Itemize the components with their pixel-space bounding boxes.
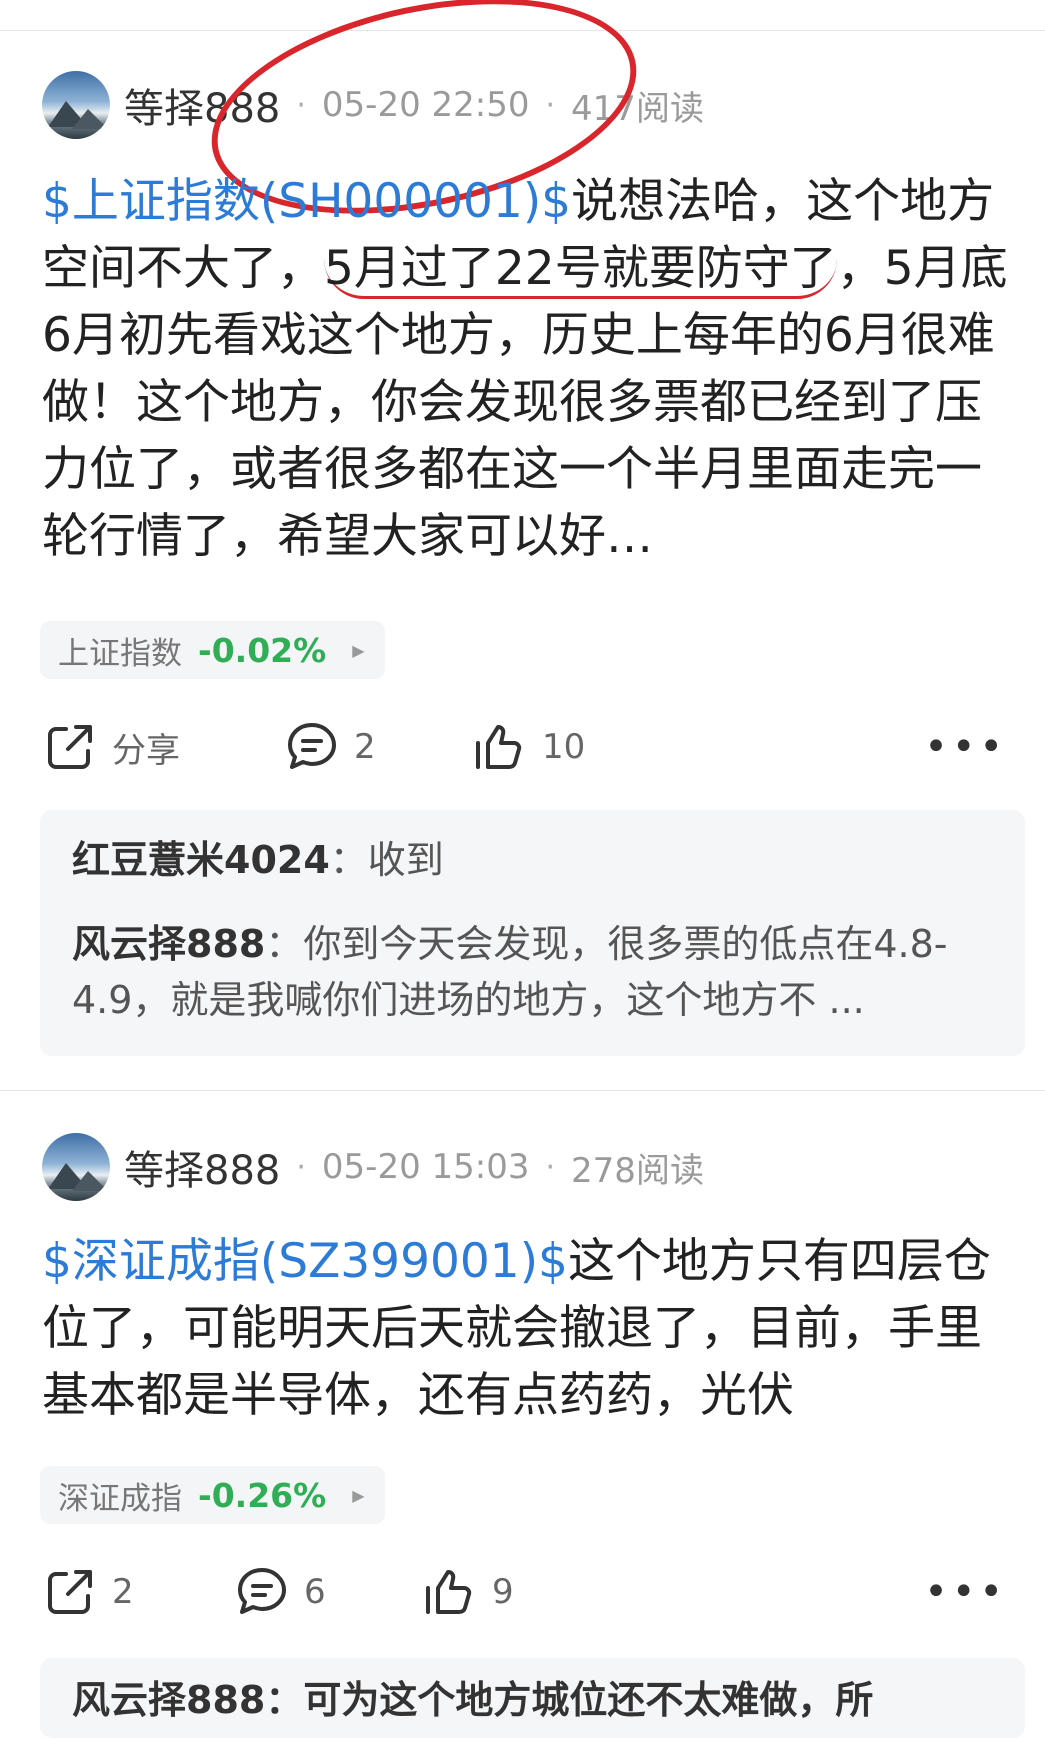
commenter-name[interactable]: 红豆薏米4024	[72, 838, 330, 882]
like-button[interactable]: 9	[422, 1560, 514, 1624]
comment-button[interactable]: 6	[234, 1560, 326, 1624]
chevron-right-icon: ▶	[352, 640, 365, 660]
comment-line: 风云择888：可为这个地方城位还不太难做，所	[72, 1678, 874, 1722]
post-1[interactable]: 等择888 · 05-20 22:50 · 417阅读 $上证指数(SH0000…	[0, 0, 1045, 1090]
stock-change: -0.26%	[198, 1475, 327, 1515]
read-count: 278阅读	[571, 1150, 704, 1191]
avatar[interactable]	[42, 1133, 110, 1201]
stock-change: -0.02%	[198, 630, 327, 670]
action-bar: 分享 2 10 •••	[42, 715, 1017, 779]
comment-line: 红豆薏米4024：收到	[72, 832, 992, 888]
like-count: 9	[492, 1572, 514, 1612]
more-icon[interactable]: •••	[924, 1572, 1007, 1612]
thumbs-up-icon	[476, 725, 522, 769]
share-count: 2	[112, 1572, 134, 1612]
comment-icon	[288, 723, 336, 769]
comment-icon	[238, 1568, 286, 1614]
meta-dot: ·	[545, 1149, 556, 1185]
like-count: 10	[542, 727, 586, 767]
stock-name: 上证指数	[58, 635, 182, 672]
comment-count: 2	[354, 727, 376, 767]
comment-preview[interactable]: 风云择888：可为这个地方城位还不太难做，所	[40, 1658, 1025, 1738]
post-content[interactable]: $深证成指(SZ399001)$这个地方只有四层仓位了，可能明天后天就会撤退了，…	[42, 1228, 1017, 1429]
share-icon	[48, 1570, 92, 1614]
share-label: 分享	[112, 730, 180, 771]
stock-chip[interactable]: 深证成指 -0.26% ▶	[40, 1466, 385, 1524]
like-button[interactable]: 10	[472, 715, 585, 779]
comment-preview[interactable]: 红豆薏米4024：收到 风云择888：你到今天会发现，很多票的低点在4.8-4.…	[40, 810, 1025, 1056]
thumbs-up-icon	[426, 1570, 472, 1614]
stock-tag-link[interactable]: $上证指数(SH000001)$	[42, 174, 571, 229]
stock-name: 深证成指	[58, 1480, 182, 1517]
underlined-text: 5月过了22号就要防守了	[324, 241, 837, 299]
author-name[interactable]: 等择888	[124, 1138, 280, 1196]
action-bar: 2 6 9 •••	[42, 1560, 1017, 1624]
post-time: 05-20 15:03	[321, 1147, 530, 1187]
avatar[interactable]	[42, 71, 110, 139]
comment-sep: ：	[265, 922, 304, 966]
share-button[interactable]: 分享	[42, 715, 180, 779]
post-content[interactable]: $上证指数(SH000001)$说想法哈，这个地方空间不大了，5月过了22号就要…	[42, 168, 1017, 570]
post-meta: 等择888 · 05-20 15:03 · 278阅读	[42, 1132, 704, 1202]
comment-line: 风云择888：你到今天会发现，很多票的低点在4.8-4.9，就是我喊你们进场的地…	[72, 916, 992, 1028]
stock-tag-link[interactable]: $深证成指(SZ399001)$	[42, 1234, 568, 1289]
post-2[interactable]: 等择888 · 05-20 15:03 · 278阅读 $深证成指(SZ3990…	[0, 1090, 1045, 1738]
comment-text: 收到	[367, 838, 444, 882]
comment-count: 6	[304, 1572, 326, 1612]
meta-dot: ·	[296, 1149, 306, 1185]
comment-button[interactable]: 2	[284, 715, 376, 779]
share-icon	[48, 725, 92, 769]
stock-chip[interactable]: 上证指数 -0.02% ▶	[40, 621, 385, 679]
commenter-name[interactable]: 风云择888	[72, 922, 265, 966]
more-icon[interactable]: •••	[924, 727, 1007, 767]
chevron-right-icon: ▶	[352, 1485, 365, 1505]
share-button[interactable]: 2	[42, 1560, 134, 1624]
comment-sep: ：	[329, 838, 368, 882]
